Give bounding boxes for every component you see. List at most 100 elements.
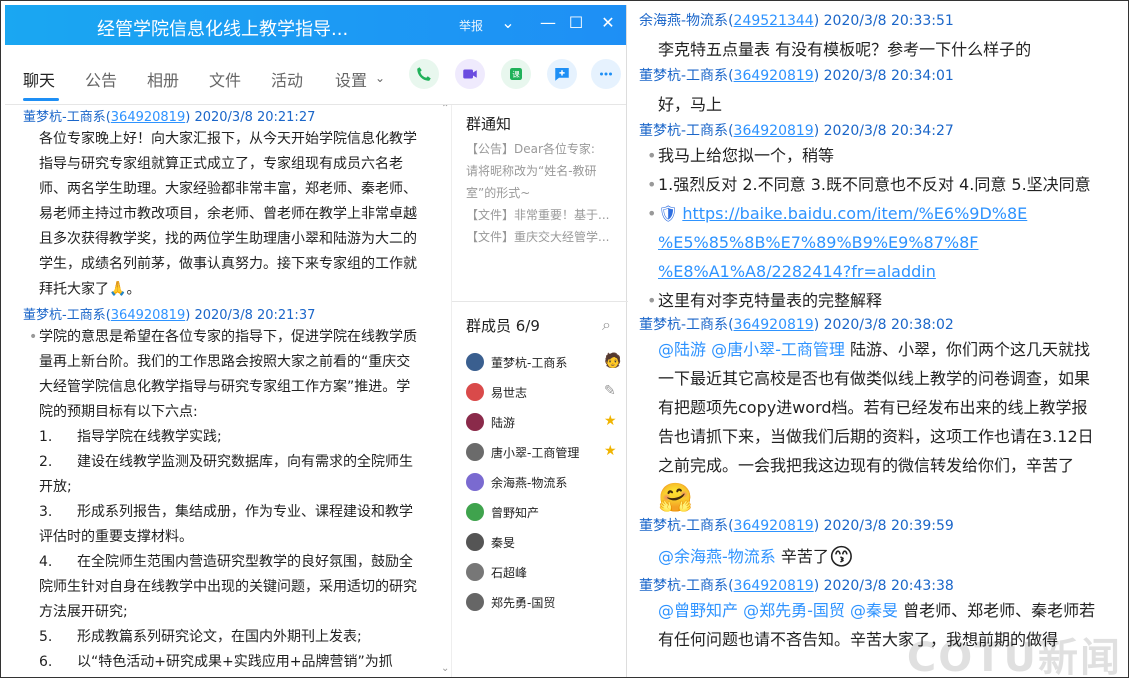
list-text: 方法展开研究; bbox=[39, 603, 128, 620]
chevron-down-icon[interactable]: ⌄ bbox=[497, 13, 519, 32]
list-item: 6. 以“特色活动+研究成果+实践应用+品牌营销”为抓 bbox=[5, 650, 450, 675]
message-line: 各位专家晚上好！向大家汇报下，从今天开始学院信息化教学 bbox=[39, 131, 417, 147]
tab-bar: 聊天 公告 相册 文件 活动 设置 ⌄ 课 bbox=[5, 45, 626, 105]
list-item: 方法展开研究; bbox=[5, 600, 450, 625]
chat-history[interactable]: 董梦杭-工商系(364920819) 2020/3/8 20:21:27 各位专… bbox=[5, 105, 450, 677]
member-item[interactable]: 董梦杭-工商系 🧑 bbox=[466, 347, 624, 377]
timestamp: 2020/3/8 20:34:01 bbox=[823, 68, 954, 84]
mention-link[interactable]: @郑先勇-国贸 bbox=[743, 601, 850, 620]
message-meta: 董梦杭-工商系(364920819) 2020/3/8 20:43:38 bbox=[639, 578, 954, 594]
list-text: 开放; bbox=[39, 478, 72, 495]
maximize-icon[interactable]: ☐ bbox=[565, 13, 587, 32]
list-item: 2. 建设在线教学监测及研究数据库，向有需求的全院师生 bbox=[5, 450, 450, 475]
qq-number-link[interactable]: 364920819 bbox=[734, 578, 814, 594]
member-name: 石超峰 bbox=[491, 565, 528, 580]
window-title: 经管学院信息化线上教学指导... bbox=[97, 19, 349, 40]
message-line: 有把题项先copy进word档。若有已经发布出来的线上教学报 bbox=[658, 398, 1088, 417]
video-call-icon[interactable] bbox=[455, 59, 485, 89]
timestamp: 2020/3/8 20:39:59 bbox=[823, 518, 954, 534]
avatar bbox=[466, 503, 484, 521]
qq-number-link[interactable]: 249521344 bbox=[734, 13, 814, 29]
bullet-dot: • bbox=[29, 328, 38, 345]
url-link[interactable]: %E8%A1%A8/2282414?fr=aladdin bbox=[658, 262, 936, 281]
svg-text:课: 课 bbox=[512, 70, 520, 79]
class-icon[interactable]: 课 bbox=[501, 59, 531, 89]
mention-link[interactable]: @秦旻 bbox=[850, 601, 903, 620]
avatar bbox=[466, 443, 484, 461]
sender-name: 董梦杭-工商系 bbox=[639, 578, 729, 594]
message-line: 大经管学院信息化教学指导与研究专家组工作方案”推进。学 bbox=[39, 378, 411, 395]
divider bbox=[452, 301, 628, 302]
message-add-icon[interactable] bbox=[547, 59, 577, 89]
member-item[interactable]: 陆游 ★ bbox=[466, 407, 624, 437]
owner-icon: 🧑 bbox=[604, 353, 622, 369]
mention-link[interactable]: @唐小翠-工商管理 bbox=[711, 340, 850, 359]
message-line: 告也请抓下来，当做我们后期的资料，这项工作也请在3.12日 bbox=[658, 427, 1094, 446]
phone-icon[interactable] bbox=[409, 59, 439, 89]
tab-album[interactable]: 相册 bbox=[147, 67, 179, 91]
message-line: @余海燕-物流系 辛苦了😙 bbox=[658, 543, 854, 571]
minimize-icon[interactable]: — bbox=[537, 13, 559, 32]
tab-files[interactable]: 文件 bbox=[209, 67, 241, 91]
notice-item[interactable]: 【公告】Dear各位专家: bbox=[452, 138, 627, 160]
scroll-up-icon[interactable]: ⌃ bbox=[441, 105, 449, 114]
message-meta: 董梦杭-工商系(364920819) 2020/3/8 20:34:27 bbox=[639, 123, 954, 139]
tab-chat[interactable]: 聊天 bbox=[23, 67, 55, 91]
message-line: 好，马上 bbox=[658, 95, 723, 114]
list-item: 评估时的重要支撑材料。 bbox=[5, 525, 450, 550]
member-item[interactable]: 郑先勇-国贸 bbox=[466, 587, 624, 617]
more-icon[interactable] bbox=[591, 59, 621, 89]
timestamp: 2020/3/8 20:38:02 bbox=[823, 317, 954, 333]
qq-number-link[interactable]: 364920819 bbox=[734, 518, 814, 534]
notice-list[interactable]: 【公告】Dear各位专家: 请将昵称改为“姓名-教研 室”的形式~ 【文件】非常重要！… bbox=[452, 134, 627, 248]
qq-number-link[interactable]: 364920819 bbox=[111, 308, 185, 323]
list-number: 6. bbox=[39, 653, 53, 670]
admin-icon: ★ bbox=[604, 413, 617, 429]
list-text: 指导学院在线教学实践; bbox=[77, 428, 222, 445]
bullet-dot: • bbox=[647, 175, 657, 194]
member-item[interactable]: 易世志 ✎ bbox=[466, 377, 624, 407]
notice-item[interactable]: 请将昵称改为“姓名-教研 bbox=[452, 160, 627, 182]
message-line: 易老师主持过市教改项目，余老师、曾老师在教学上非常卓越 bbox=[39, 206, 417, 222]
tab-activity[interactable]: 活动 bbox=[271, 67, 303, 91]
qq-number-link[interactable]: 364920819 bbox=[734, 123, 814, 139]
message-line: 量再上新台阶。我们的工作思路会按照大家之前看的“重庆交 bbox=[39, 353, 411, 370]
member-item[interactable]: 石超峰 bbox=[466, 557, 624, 587]
mention-link[interactable]: @余海燕-物流系 bbox=[658, 547, 781, 566]
link-line: %E8%A1%A8/2282414?fr=aladdin bbox=[631, 257, 1128, 286]
tab-announcement[interactable]: 公告 bbox=[85, 67, 117, 91]
qq-number-link[interactable]: 364920819 bbox=[734, 68, 814, 84]
list-text: 形成教篇系列研究论文，在国内外期刊上发表; bbox=[77, 628, 362, 645]
notice-item[interactable]: 室”的形式~ bbox=[452, 182, 627, 204]
message-line: 这里有对李克特量表的完整解释 • bbox=[631, 286, 1128, 315]
report-button[interactable]: 举报 bbox=[459, 17, 483, 34]
tab-settings[interactable]: 设置 bbox=[335, 67, 367, 91]
qq-number-link[interactable]: 364920819 bbox=[734, 317, 814, 333]
notice-item[interactable]: 【文件】重庆交大经管学... bbox=[452, 226, 627, 248]
member-item[interactable]: 秦旻 bbox=[466, 527, 624, 557]
list-text: 在全院师生范围内营造研究型教学的良好氛围，鼓励全 bbox=[77, 553, 413, 570]
message-line: 我马上给您拟一个，稍等 • bbox=[631, 141, 1128, 170]
mention-link[interactable]: @陆游 bbox=[658, 340, 711, 359]
link-line: • 🛡 https://baike.baidu.com/item/%E6%9D%8E bbox=[631, 199, 1128, 228]
qq-number-link[interactable]: 364920819 bbox=[111, 110, 185, 125]
member-item[interactable]: 余海燕-物流系 bbox=[466, 467, 624, 497]
notice-item[interactable]: 【文件】非常重要！基于... bbox=[452, 204, 627, 226]
message-line: 师、两名学生助理。大家经验都非常丰富，郑老师、秦老师、 bbox=[39, 181, 417, 197]
list-text: 评估时的重要支撑材料。 bbox=[39, 528, 193, 545]
member-item[interactable]: 唐小翠-工商管理 ★ bbox=[466, 437, 624, 467]
url-link[interactable]: %E5%85%8B%E7%89%B9%E9%87%8F bbox=[658, 233, 978, 252]
chevron-down-icon[interactable]: ⌄ bbox=[375, 71, 385, 85]
notice-title[interactable]: 群通知 bbox=[452, 105, 627, 134]
mention-link[interactable]: @曾野知产 bbox=[658, 601, 743, 620]
member-name: 郑先勇-国贸 bbox=[491, 595, 556, 610]
member-name: 陆游 bbox=[491, 415, 516, 430]
member-item[interactable]: 曾野知产 bbox=[466, 497, 624, 527]
link-line: %E5%85%8B%E7%89%B9%E9%87%8F bbox=[631, 228, 1128, 257]
search-icon[interactable]: ⌕ bbox=[602, 315, 611, 335]
url-link[interactable]: https://baike.baidu.com/item/%E6%9D%8E bbox=[682, 204, 1027, 223]
list-item: 4. 在全院师生范围内营造研究型教学的良好氛围，鼓励全 bbox=[5, 550, 450, 575]
message-line: 且多次获得教学奖，找的两位学生助理唐小翠和陆游为大二的 bbox=[39, 231, 417, 247]
scroll-down-icon[interactable]: ⌄ bbox=[441, 663, 449, 674]
close-icon[interactable]: ✕ bbox=[597, 13, 619, 32]
